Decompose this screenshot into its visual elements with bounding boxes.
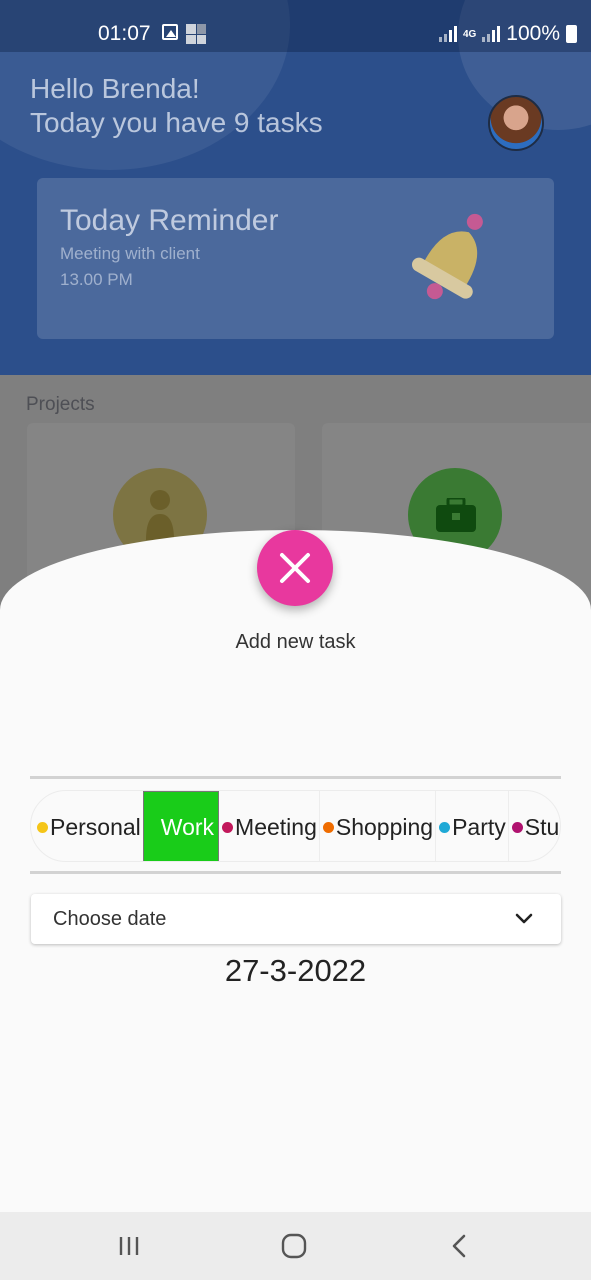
reminder-card[interactable]: Today Reminder Meeting with client 13.00… [37, 178, 554, 339]
home-button[interactable] [274, 1226, 314, 1266]
date-dropdown-label: Choose date [53, 908, 167, 930]
briefcase-icon [436, 498, 476, 532]
category-chip-meeting[interactable]: Meeting [219, 791, 320, 861]
category-chip-study[interactable]: Stud [509, 791, 560, 861]
battery-icon [566, 25, 577, 43]
projects-heading: Projects [26, 394, 95, 415]
close-button[interactable] [257, 530, 333, 606]
category-dot [222, 821, 234, 833]
status-bar: 01:07 4G 100% [0, 0, 591, 52]
category-label: Stud [524, 813, 560, 840]
back-icon [452, 1234, 466, 1258]
greeting: Hello Brenda! Today you have 9 tasks [30, 72, 323, 140]
category-label: Personal [50, 813, 141, 840]
reminder-subtitle: Meeting with client [60, 244, 200, 263]
category-dot [439, 821, 451, 833]
category-label: Work [160, 813, 215, 840]
task-count-text: Today you have 9 tasks [30, 107, 323, 138]
greeting-name: Hello Brenda! [30, 73, 200, 104]
divider [30, 776, 561, 779]
selected-date: 27-3-2022 [224, 953, 367, 988]
avatar[interactable] [488, 95, 544, 151]
category-chip-party[interactable]: Party [436, 791, 509, 861]
reminder-time: 13.00 PM [60, 270, 133, 289]
network-type-label: 4G [462, 28, 477, 40]
category-chip-shopping[interactable]: Shopping [320, 791, 437, 861]
category-dot [322, 821, 334, 833]
reminder-title: Today Reminder [60, 204, 279, 237]
system-nav-bar [0, 1212, 591, 1280]
category-chip-work[interactable]: Work [142, 791, 220, 861]
divider [30, 871, 561, 874]
battery-percentage: 100% [506, 22, 560, 45]
back-button[interactable] [440, 1226, 480, 1266]
status-time: 01:07 [98, 22, 151, 45]
wifi-signal-icon [438, 26, 457, 42]
person-icon [146, 490, 174, 540]
category-chip-personal[interactable]: Personal [34, 791, 143, 861]
image-notification-icon [162, 24, 178, 40]
recents-icon [119, 1237, 139, 1255]
bell-icon [411, 213, 483, 300]
home-icon [281, 1233, 307, 1259]
category-selector[interactable]: Personal Work Meeting Shopping Party Stu… [30, 790, 561, 862]
date-dropdown[interactable]: Choose date [31, 894, 561, 944]
category-dot [511, 821, 523, 833]
category-label: Party [452, 813, 506, 840]
category-label: Meeting [235, 813, 317, 840]
chevron-down-icon [515, 913, 533, 924]
sheet-title: Add new task [235, 631, 356, 653]
app-notification-icon [186, 24, 206, 44]
cell-signal-icon [482, 26, 501, 42]
category-label: Shopping [335, 813, 434, 840]
category-track: Personal Work Meeting Shopping Party Stu… [31, 791, 560, 861]
recents-button[interactable] [109, 1226, 149, 1266]
close-icon [280, 553, 310, 583]
category-dot [37, 821, 48, 833]
